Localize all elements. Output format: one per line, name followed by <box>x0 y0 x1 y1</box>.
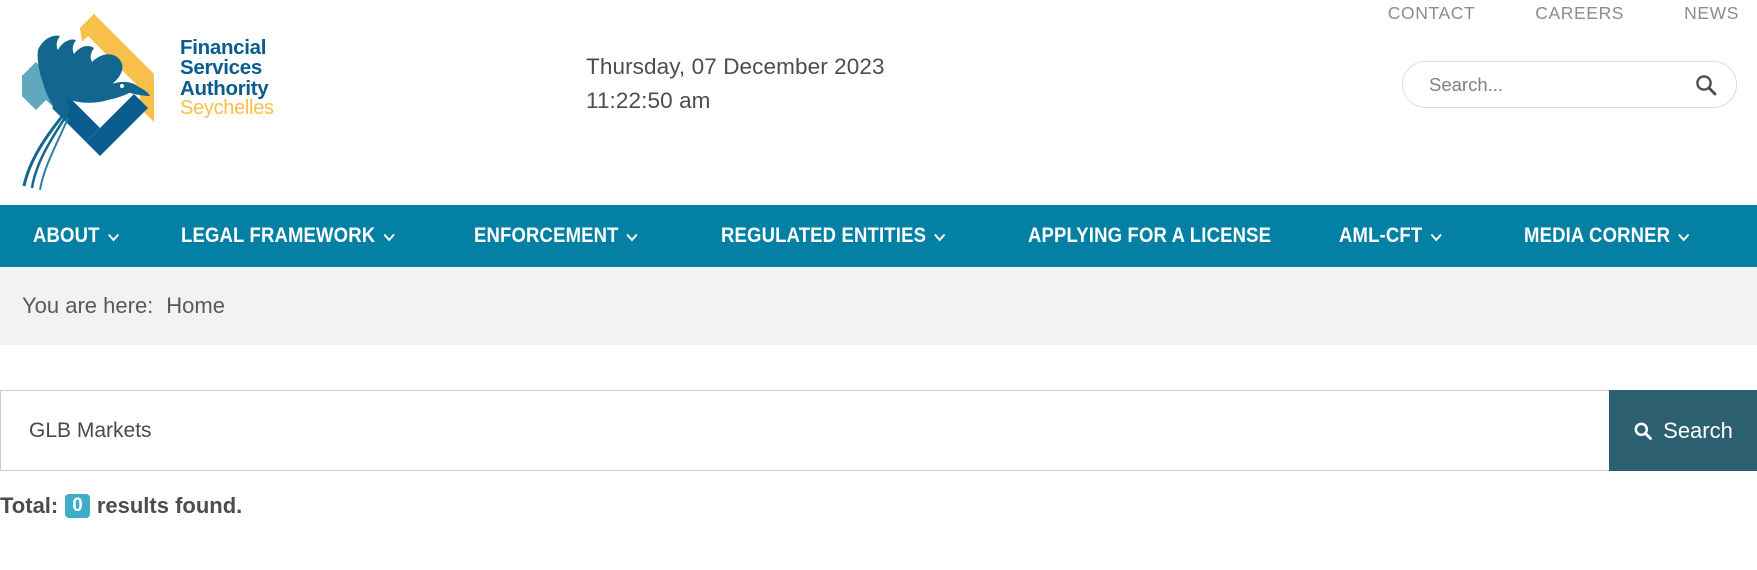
nav-label-aml-cft: AML-CFT <box>1339 224 1423 247</box>
search-icon <box>1634 422 1653 440</box>
results-count-badge: 0 <box>65 493 90 519</box>
flying-bird-diamond-logo-icon <box>22 14 154 191</box>
header-time: 11:22:50 am <box>586 88 711 114</box>
logo-line-2: Services <box>180 56 262 80</box>
search-form: GLB Markets Search <box>0 390 1757 471</box>
nav-item-legal-framework[interactable]: LEGAL FRAMEWORK <box>181 224 439 248</box>
header-date: Thursday, 07 December 2023 <box>586 54 885 79</box>
search-results-section: GLB Markets Search Total: 0 results foun… <box>0 345 1757 570</box>
nav-label-applying-for-a-license: APPLYING FOR A LICENSE <box>1028 224 1272 247</box>
breadcrumb-item-home[interactable]: Home <box>166 293 225 319</box>
breadcrumb: You are here: Home <box>0 267 1757 345</box>
search-icon[interactable] <box>1694 73 1718 97</box>
utility-link-contact[interactable]: CONTACT <box>1388 3 1475 24</box>
nav-item-media-corner[interactable]: MEDIA CORNER <box>1524 224 1729 248</box>
nav-item-enforcement[interactable]: ENFORCEMENT <box>474 224 691 248</box>
header-search-input[interactable]: Search... <box>1429 74 1694 96</box>
results-total-suffix: results found. <box>96 493 243 518</box>
chevron-down-icon <box>934 233 946 242</box>
utility-link-careers[interactable]: CAREERS <box>1535 3 1624 24</box>
chevron-down-icon <box>383 233 395 242</box>
header-datetime: Thursday, 07 December 2023 11:22:50 am <box>586 50 885 119</box>
nav-item-aml-cft[interactable]: AML-CFT <box>1339 224 1501 248</box>
chevron-down-icon <box>1678 233 1690 242</box>
utility-link-news[interactable]: NEWS <box>1684 3 1739 24</box>
nav-label-about: ABOUT <box>33 224 100 247</box>
logo-line-3: Authority <box>180 76 269 100</box>
logo-line-4: Seychelles <box>180 96 274 119</box>
nav-label-enforcement: ENFORCEMENT <box>474 224 619 247</box>
search-button-label: Search <box>1663 417 1733 443</box>
chevron-down-icon <box>1430 233 1442 242</box>
header-search-box[interactable]: Search... <box>1402 61 1737 108</box>
nav-label-regulated-entities: REGULATED ENTITIES <box>721 224 927 247</box>
nav-label-media-corner: MEDIA CORNER <box>1523 224 1670 247</box>
results-total: Total: 0 results found. <box>0 493 242 519</box>
search-button[interactable]: Search <box>1609 390 1757 471</box>
search-input[interactable]: GLB Markets <box>0 390 1609 471</box>
logo-wordmark: Financial Services Authority Seychelles <box>180 36 274 119</box>
main-navigation: ABOUT LEGAL FRAMEWORK ENFORCEMENT REGULA… <box>0 205 1757 267</box>
nav-item-about[interactable]: ABOUT <box>33 224 163 248</box>
breadcrumb-label: You are here: <box>22 293 154 318</box>
nav-item-regulated-entities[interactable]: REGULATED ENTITIES <box>721 224 991 248</box>
results-total-prefix: Total: <box>0 493 59 518</box>
utility-nav: CONTACT CAREERS NEWS <box>1388 0 1739 26</box>
nav-label-legal-framework: LEGAL FRAMEWORK <box>180 224 375 247</box>
chevron-down-icon <box>107 233 119 242</box>
site-header: Financial Services Authority Seychelles … <box>0 0 1757 205</box>
chevron-down-icon <box>627 233 638 242</box>
site-logo[interactable]: Financial Services Authority Seychelles <box>8 2 298 197</box>
nav-item-applying-for-a-license[interactable]: APPLYING FOR A LICENSE <box>1028 224 1302 248</box>
logo-line-1: Financial <box>180 36 267 59</box>
